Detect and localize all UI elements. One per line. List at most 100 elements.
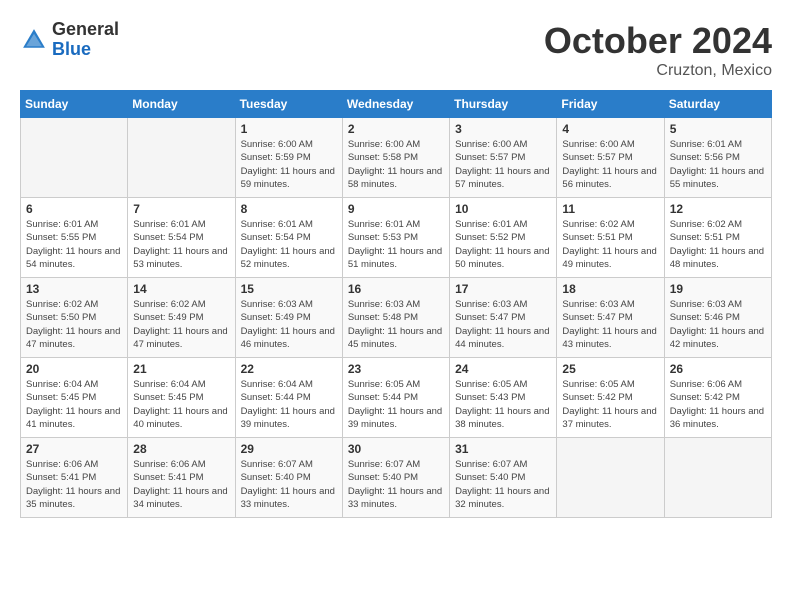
day-number: 14 <box>133 282 229 296</box>
calendar-week-2: 6Sunrise: 6:01 AMSunset: 5:55 PMDaylight… <box>21 198 772 278</box>
calendar-week-4: 20 Sunrise: 6:04 AMSunset: 5:45 PMDayligh… <box>21 358 772 438</box>
day-number: 23 <box>348 362 444 376</box>
day-number: 26 <box>670 362 766 376</box>
day-number: 18 <box>562 282 658 296</box>
cell-info: Sunrise: 6:02 AMSunset: 5:51 PMDaylight:… <box>562 218 658 271</box>
calendar-table: Sunday Monday Tuesday Wednesday Thursday… <box>20 90 772 518</box>
calendar-cell: 5 Sunrise: 6:01 AMSunset: 5:56 PMDaylight… <box>664 118 771 198</box>
day-number: 3 <box>455 122 551 136</box>
logo-text: General Blue <box>52 20 119 60</box>
day-number: 4 <box>562 122 658 136</box>
day-number: 2 <box>348 122 444 136</box>
calendar-cell: 21 Sunrise: 6:04 AMSunset: 5:45 PMDayligh… <box>128 358 235 438</box>
calendar-cell: 8 Sunrise: 6:01 AMSunset: 5:54 PMDaylight… <box>235 198 342 278</box>
day-number: 17 <box>455 282 551 296</box>
day-number: 30 <box>348 442 444 456</box>
calendar-cell: 2Sunrise: 6:00 AMSunset: 5:58 PMDaylight… <box>342 118 449 198</box>
calendar-cell: 9Sunrise: 6:01 AMSunset: 5:53 PMDaylight… <box>342 198 449 278</box>
header-row: Sunday Monday Tuesday Wednesday Thursday… <box>21 91 772 118</box>
cell-info: Sunrise: 6:01 AMSunset: 5:54 PMDaylight:… <box>133 218 229 271</box>
cell-info: Sunrise: 6:05 AMSunset: 5:42 PMDaylight:… <box>562 378 658 431</box>
calendar-cell: 31 Sunrise: 6:07 AMSunset: 5:40 PMDayligh… <box>450 438 557 518</box>
cell-info: Sunrise: 6:04 AMSunset: 5:44 PMDaylight:… <box>241 378 337 431</box>
cell-info: Sunrise: 6:02 AMSunset: 5:49 PMDaylight:… <box>133 298 229 351</box>
col-friday: Friday <box>557 91 664 118</box>
calendar-cell: 13 Sunrise: 6:02 AMSunset: 5:50 PMDayligh… <box>21 278 128 358</box>
cell-info: Sunrise: 6:02 AMSunset: 5:50 PMDaylight:… <box>26 298 122 351</box>
calendar-cell: 30 Sunrise: 6:07 AMSunset: 5:40 PMDayligh… <box>342 438 449 518</box>
calendar-cell: 27 Sunrise: 6:06 AMSunset: 5:41 PMDayligh… <box>21 438 128 518</box>
day-number: 31 <box>455 442 551 456</box>
calendar-cell: 16 Sunrise: 6:03 AMSunset: 5:48 PMDayligh… <box>342 278 449 358</box>
day-number: 20 <box>26 362 122 376</box>
col-tuesday: Tuesday <box>235 91 342 118</box>
calendar-cell <box>21 118 128 198</box>
cell-info: Sunrise: 6:01 AMSunset: 5:52 PMDaylight:… <box>455 218 551 271</box>
cell-info: Sunrise: 6:06 AMSunset: 5:42 PMDaylight:… <box>670 378 766 431</box>
col-thursday: Thursday <box>450 91 557 118</box>
logo-icon <box>20 26 48 54</box>
day-number: 6 <box>26 202 122 216</box>
day-number: 5 <box>670 122 766 136</box>
calendar-cell: 17 Sunrise: 6:03 AMSunset: 5:47 PMDayligh… <box>450 278 557 358</box>
day-number: 13 <box>26 282 122 296</box>
calendar-cell: 15Sunrise: 6:03 AMSunset: 5:49 PMDayligh… <box>235 278 342 358</box>
cell-info: Sunrise: 6:07 AMSunset: 5:40 PMDaylight:… <box>455 458 551 511</box>
day-number: 29 <box>241 442 337 456</box>
col-sunday: Sunday <box>21 91 128 118</box>
calendar-cell: 28 Sunrise: 6:06 AMSunset: 5:41 PMDayligh… <box>128 438 235 518</box>
cell-info: Sunrise: 6:07 AMSunset: 5:40 PMDaylight:… <box>241 458 337 511</box>
day-number: 28 <box>133 442 229 456</box>
calendar-cell: 23Sunrise: 6:05 AMSunset: 5:44 PMDayligh… <box>342 358 449 438</box>
calendar-cell <box>664 438 771 518</box>
day-number: 21 <box>133 362 229 376</box>
logo-general: General <box>52 19 119 39</box>
calendar-cell: 3Sunrise: 6:00 AMSunset: 5:57 PMDaylight… <box>450 118 557 198</box>
calendar-cell: 6Sunrise: 6:01 AMSunset: 5:55 PMDaylight… <box>21 198 128 278</box>
calendar-cell: 4 Sunrise: 6:00 AMSunset: 5:57 PMDaylight… <box>557 118 664 198</box>
page-header: General Blue October 2024 Cruzton, Mexic… <box>20 20 772 80</box>
day-number: 19 <box>670 282 766 296</box>
calendar-cell <box>128 118 235 198</box>
cell-info: Sunrise: 6:03 AMSunset: 5:47 PMDaylight:… <box>455 298 551 351</box>
day-number: 25 <box>562 362 658 376</box>
calendar-cell: 18 Sunrise: 6:03 AMSunset: 5:47 PMDayligh… <box>557 278 664 358</box>
day-number: 10 <box>455 202 551 216</box>
title-block: October 2024 Cruzton, Mexico <box>544 20 772 80</box>
calendar-cell: 29 Sunrise: 6:07 AMSunset: 5:40 PMDayligh… <box>235 438 342 518</box>
cell-info: Sunrise: 6:06 AMSunset: 5:41 PMDaylight:… <box>133 458 229 511</box>
col-wednesday: Wednesday <box>342 91 449 118</box>
col-monday: Monday <box>128 91 235 118</box>
cell-info: Sunrise: 6:03 AMSunset: 5:48 PMDaylight:… <box>348 298 444 351</box>
calendar-cell: 22Sunrise: 6:04 AMSunset: 5:44 PMDayligh… <box>235 358 342 438</box>
calendar-cell: 7 Sunrise: 6:01 AMSunset: 5:54 PMDaylight… <box>128 198 235 278</box>
day-number: 9 <box>348 202 444 216</box>
cell-info: Sunrise: 6:00 AMSunset: 5:57 PMDaylight:… <box>562 138 658 191</box>
cell-info: Sunrise: 6:03 AMSunset: 5:47 PMDaylight:… <box>562 298 658 351</box>
day-number: 11 <box>562 202 658 216</box>
day-number: 27 <box>26 442 122 456</box>
cell-info: Sunrise: 6:02 AMSunset: 5:51 PMDaylight:… <box>670 218 766 271</box>
calendar-cell: 24 Sunrise: 6:05 AMSunset: 5:43 PMDayligh… <box>450 358 557 438</box>
cell-info: Sunrise: 6:00 AMSunset: 5:59 PMDaylight:… <box>241 138 337 191</box>
cell-info: Sunrise: 6:01 AMSunset: 5:54 PMDaylight:… <box>241 218 337 271</box>
cell-info: Sunrise: 6:01 AMSunset: 5:56 PMDaylight:… <box>670 138 766 191</box>
logo: General Blue <box>20 20 119 60</box>
day-number: 7 <box>133 202 229 216</box>
calendar-cell: 26 Sunrise: 6:06 AMSunset: 5:42 PMDayligh… <box>664 358 771 438</box>
calendar-cell <box>557 438 664 518</box>
cell-info: Sunrise: 6:03 AMSunset: 5:49 PMDaylight:… <box>241 298 337 351</box>
calendar-cell: 11 Sunrise: 6:02 AMSunset: 5:51 PMDayligh… <box>557 198 664 278</box>
day-number: 8 <box>241 202 337 216</box>
cell-info: Sunrise: 6:04 AMSunset: 5:45 PMDaylight:… <box>26 378 122 431</box>
day-number: 1 <box>241 122 337 136</box>
cell-info: Sunrise: 6:07 AMSunset: 5:40 PMDaylight:… <box>348 458 444 511</box>
cell-info: Sunrise: 6:04 AMSunset: 5:45 PMDaylight:… <box>133 378 229 431</box>
cell-info: Sunrise: 6:06 AMSunset: 5:41 PMDaylight:… <box>26 458 122 511</box>
cell-info: Sunrise: 6:05 AMSunset: 5:43 PMDaylight:… <box>455 378 551 431</box>
day-number: 12 <box>670 202 766 216</box>
logo-blue: Blue <box>52 39 91 59</box>
month-title: October 2024 <box>544 20 772 62</box>
day-number: 24 <box>455 362 551 376</box>
day-number: 16 <box>348 282 444 296</box>
